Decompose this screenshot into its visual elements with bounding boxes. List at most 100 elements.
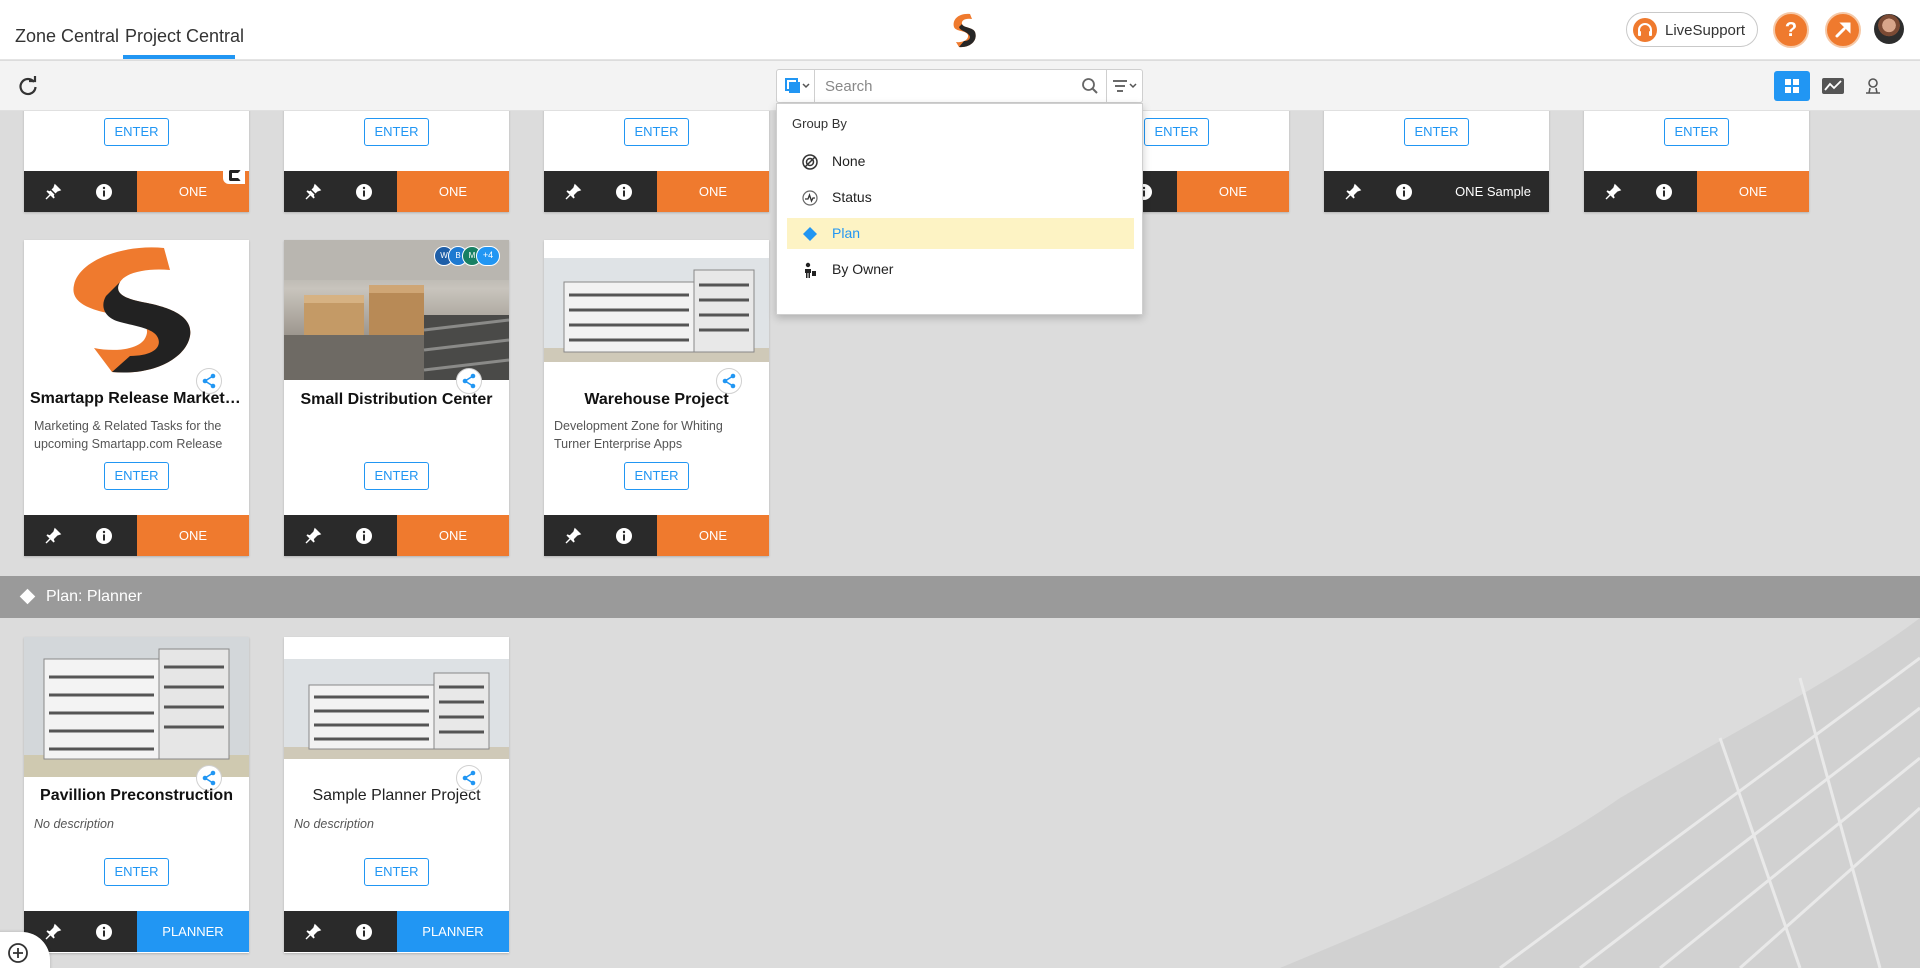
unpin-icon[interactable] xyxy=(304,183,322,201)
search-input[interactable] xyxy=(825,76,1085,96)
card-footer: ONE xyxy=(544,515,769,556)
filter-icon xyxy=(1113,80,1137,92)
project-card: ENTER ONE xyxy=(284,100,509,212)
card-footer: PLANNER xyxy=(24,911,249,952)
enter-button[interactable]: ENTER xyxy=(364,858,429,886)
enter-button[interactable]: ENTER xyxy=(1144,118,1209,146)
owner-icon xyxy=(805,262,816,278)
refresh-icon[interactable] xyxy=(17,75,39,97)
group-by-button[interactable] xyxy=(1106,70,1143,102)
background-sketch xyxy=(1280,618,1920,968)
none-icon xyxy=(802,154,818,170)
plan-badge[interactable]: ONE xyxy=(1177,171,1289,212)
info-icon[interactable] xyxy=(355,527,373,545)
top-bar: Zone Central Project Central LiveSupport… xyxy=(0,0,1920,60)
status-icon xyxy=(802,190,818,206)
tools-button[interactable] xyxy=(1825,12,1861,48)
group-by-option-plan[interactable]: Plan xyxy=(787,218,1134,249)
project-thumbnail[interactable] xyxy=(544,240,769,380)
live-support-button[interactable]: LiveSupport xyxy=(1626,12,1758,47)
enter-button[interactable]: ENTER xyxy=(364,462,429,490)
pin-icon[interactable] xyxy=(44,923,62,941)
diamond-icon xyxy=(803,227,817,241)
plan-badge[interactable]: ONE xyxy=(397,515,509,556)
plan-badge[interactable]: ONE xyxy=(657,515,769,556)
card-footer: ONE Sample xyxy=(1324,171,1549,212)
plan-badge[interactable]: PLANNER xyxy=(137,911,249,952)
card-footer: ONE xyxy=(24,515,249,556)
project-title: Sample Planner Project xyxy=(312,787,481,804)
project-thumbnail[interactable] xyxy=(284,637,509,777)
project-title: Warehouse Project xyxy=(584,391,729,408)
user-avatar[interactable] xyxy=(1874,14,1904,44)
group-header-planner[interactable]: Plan: Planner xyxy=(0,576,1920,618)
pin-icon[interactable] xyxy=(1604,183,1622,201)
info-icon[interactable] xyxy=(615,527,633,545)
info-icon[interactable] xyxy=(1395,183,1413,201)
option-label: Status xyxy=(832,189,872,205)
headset-icon xyxy=(1633,18,1657,42)
building-image xyxy=(24,637,249,777)
enter-button[interactable]: ENTER xyxy=(624,462,689,490)
info-icon[interactable] xyxy=(95,923,113,941)
project-description: Marketing & Related Tasks for the upcomi… xyxy=(34,419,223,451)
group-by-option-none[interactable]: None xyxy=(787,146,1134,177)
chart-view-button[interactable] xyxy=(1815,71,1851,101)
project-thumbnail[interactable] xyxy=(24,240,249,380)
plan-badge[interactable]: ONE Sample xyxy=(1437,171,1549,212)
enter-button[interactable]: ENTER xyxy=(1664,118,1729,146)
enter-button[interactable]: ENTER xyxy=(364,118,429,146)
enter-button[interactable]: ENTER xyxy=(624,118,689,146)
option-label: By Owner xyxy=(832,261,894,277)
chart-icon xyxy=(1822,78,1844,94)
help-button[interactable]: ? xyxy=(1773,12,1809,48)
enter-button[interactable]: ENTER xyxy=(1404,118,1469,146)
enter-button[interactable]: ENTER xyxy=(104,118,169,146)
search-scope-dropdown[interactable] xyxy=(777,70,815,102)
project-description: No description xyxy=(34,817,114,831)
project-title: Small Distribution Center xyxy=(300,391,493,408)
enter-button[interactable]: ENTER xyxy=(104,858,169,886)
group-by-option-owner[interactable]: By Owner xyxy=(787,254,1134,285)
group-by-dropdown: Group By None Status Plan By Owner xyxy=(776,103,1143,315)
dropdown-title: Group By xyxy=(792,116,847,131)
project-card: Sample Planner Project No description EN… xyxy=(284,637,509,953)
plan-badge[interactable]: PLANNER xyxy=(397,911,509,952)
grid-icon xyxy=(1785,79,1799,93)
info-icon[interactable] xyxy=(615,183,633,201)
pin-icon[interactable] xyxy=(304,923,322,941)
c-badge xyxy=(223,168,245,184)
info-icon[interactable] xyxy=(355,183,373,201)
plan-badge[interactable]: ONE xyxy=(397,171,509,212)
project-title: Pavillion Preconstruction xyxy=(40,787,233,804)
pin-icon[interactable] xyxy=(1344,183,1362,201)
info-icon[interactable] xyxy=(95,183,113,201)
tab-zone-central[interactable]: Zone Central xyxy=(15,26,119,47)
enter-button[interactable]: ENTER xyxy=(104,462,169,490)
card-footer: ONE xyxy=(284,171,509,212)
search-icon[interactable] xyxy=(1081,77,1099,95)
grid-view-button[interactable] xyxy=(1774,71,1810,101)
group-header-label: Plan: Planner xyxy=(46,588,143,605)
person-view-button[interactable] xyxy=(1855,71,1891,101)
project-thumbnail[interactable] xyxy=(24,637,249,777)
pin-icon[interactable] xyxy=(564,527,582,545)
info-icon[interactable] xyxy=(1655,183,1673,201)
unpin-icon[interactable] xyxy=(44,183,62,201)
info-icon[interactable] xyxy=(95,527,113,545)
project-description: Development Zone for Whiting Turner Ente… xyxy=(554,419,723,451)
pin-icon[interactable] xyxy=(564,183,582,201)
pin-icon[interactable] xyxy=(304,527,322,545)
smartapp-logo xyxy=(73,247,191,373)
plan-badge[interactable]: ONE xyxy=(657,171,769,212)
plan-badge[interactable]: ONE xyxy=(1697,171,1809,212)
search-bar xyxy=(776,69,1143,103)
pin-icon[interactable] xyxy=(44,527,62,545)
project-card: ENTER ONE xyxy=(1584,100,1809,212)
share-icon xyxy=(462,373,476,389)
group-by-option-status[interactable]: Status xyxy=(787,182,1134,213)
project-card: ENTER ONE xyxy=(24,100,249,212)
info-icon[interactable] xyxy=(355,923,373,941)
tab-project-central[interactable]: Project Central xyxy=(125,26,244,47)
plan-badge[interactable]: ONE xyxy=(137,515,249,556)
